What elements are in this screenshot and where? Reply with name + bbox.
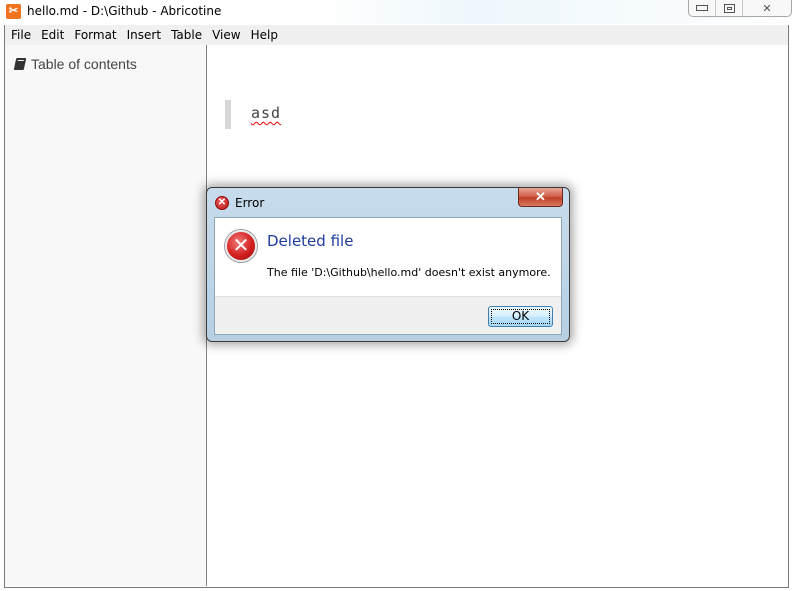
menu-bar: File Edit Format Insert Table View Help <box>5 25 788 45</box>
error-icon: ✕ <box>225 230 257 262</box>
close-icon: ✕ <box>762 2 772 15</box>
abricotine-app-icon[interactable]: ✂ <box>6 4 21 19</box>
dialog-heading: Deleted file <box>267 232 354 250</box>
close-icon: ✕ <box>535 189 546 204</box>
focus-ring <box>491 309 550 324</box>
blockquote-bar <box>225 100 231 129</box>
menu-edit[interactable]: Edit <box>36 25 69 45</box>
caption-buttons: ✕ <box>688 0 792 17</box>
dialog-title: Error <box>235 196 265 210</box>
dialog-message: The file 'D:\Github\hello.md' doesn't ex… <box>267 266 551 279</box>
error-title-icon: ✕ <box>215 196 229 210</box>
menu-file[interactable]: File <box>5 25 36 45</box>
error-dialog: ✕ Error ✕ ✕ Deleted file The file 'D:\Gi… <box>206 187 570 342</box>
editor-content[interactable]: asd <box>251 104 281 122</box>
dialog-close-button[interactable]: ✕ <box>518 188 563 207</box>
maximize-icon <box>723 3 735 13</box>
menu-view[interactable]: View <box>207 25 245 45</box>
window-title: hello.md - D:\Github - Abricotine <box>27 4 222 18</box>
menu-insert[interactable]: Insert <box>122 25 166 45</box>
close-button[interactable]: ✕ <box>743 0 791 16</box>
dialog-body: ✕ Deleted file The file 'D:\Github\hello… <box>214 217 562 335</box>
maximize-button[interactable] <box>716 0 743 16</box>
menu-help[interactable]: Help <box>246 25 283 45</box>
book-icon <box>13 58 27 70</box>
ok-button[interactable]: OK <box>488 306 553 327</box>
title-bar[interactable]: ✂ hello.md - D:\Github - Abricotine ✕ <box>0 0 793 24</box>
minimize-button[interactable] <box>689 0 716 16</box>
dialog-content: ✕ Deleted file The file 'D:\Github\hello… <box>215 218 561 297</box>
menu-table[interactable]: Table <box>166 25 207 45</box>
menu-format[interactable]: Format <box>69 25 121 45</box>
table-of-contents-header: Table of contents <box>13 56 137 72</box>
sidebar: Table of contents <box>5 45 207 586</box>
toc-label: Table of contents <box>31 56 137 72</box>
minimize-icon <box>696 5 708 11</box>
